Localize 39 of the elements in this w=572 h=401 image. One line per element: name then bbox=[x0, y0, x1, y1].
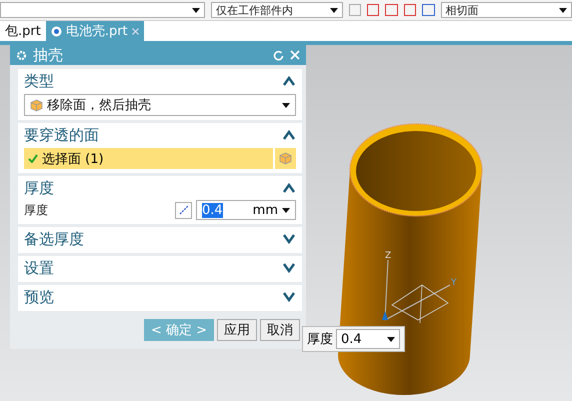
cube-icon bbox=[30, 98, 43, 112]
coordinate-triad-drawing: Z Y bbox=[382, 251, 456, 324]
part-file-icon bbox=[50, 26, 62, 36]
toolbar-icon[interactable] bbox=[422, 4, 435, 16]
collapse-chevron-icon[interactable] bbox=[282, 183, 296, 193]
close-icon[interactable] bbox=[132, 28, 139, 34]
toolbar-icon[interactable] bbox=[404, 4, 416, 16]
dialog-button[interactable]: 应用 bbox=[217, 319, 257, 341]
toolbar-icon[interactable] bbox=[385, 4, 398, 16]
dropdown-value: 仅在工作部件内 bbox=[216, 2, 294, 18]
expand-chevron-icon[interactable] bbox=[282, 292, 296, 302]
thickness-field[interactable]: 0.4 mm bbox=[196, 200, 296, 220]
collapse-chevron-icon[interactable] bbox=[282, 76, 296, 86]
popup-label: 厚度 bbox=[307, 331, 333, 348]
field-label: 厚度 bbox=[24, 202, 49, 218]
collapse-chevron-icon[interactable] bbox=[282, 130, 296, 140]
dropdown[interactable] bbox=[0, 2, 206, 18]
dialog-title: 抽壳 bbox=[33, 46, 64, 64]
cube-icon bbox=[279, 152, 292, 165]
gear-icon bbox=[16, 50, 27, 60]
section-title: 预览 bbox=[24, 288, 54, 306]
section-title: 备选厚度 bbox=[24, 230, 84, 248]
select-face-row[interactable]: 选择面 (1) bbox=[24, 148, 273, 169]
face-select-button[interactable] bbox=[275, 148, 296, 169]
dialog-button[interactable]: 取消 bbox=[260, 319, 300, 341]
section-title: 类型 bbox=[24, 72, 54, 90]
thickness-popup-field[interactable]: 0.4 bbox=[336, 329, 400, 349]
scope-dropdown[interactable]: 仅在工作部件内 bbox=[211, 2, 343, 18]
section-title: 要穿透的面 bbox=[24, 126, 99, 144]
dropdown-value: 相切面 bbox=[446, 2, 479, 18]
face-rule-dropdown[interactable]: 相切面 bbox=[440, 2, 572, 18]
section-title: 设置 bbox=[24, 258, 54, 278]
expand-chevron-icon[interactable] bbox=[282, 234, 296, 244]
toolbar-icon[interactable] bbox=[366, 4, 380, 16]
section-title: 厚度 bbox=[24, 178, 54, 198]
reset-icon[interactable] bbox=[273, 50, 284, 60]
expand-chevron-icon[interactable] bbox=[282, 263, 296, 273]
measure-button[interactable] bbox=[175, 202, 192, 218]
type-dropdown[interactable]: 移除面，然后抽壳 bbox=[24, 94, 296, 116]
